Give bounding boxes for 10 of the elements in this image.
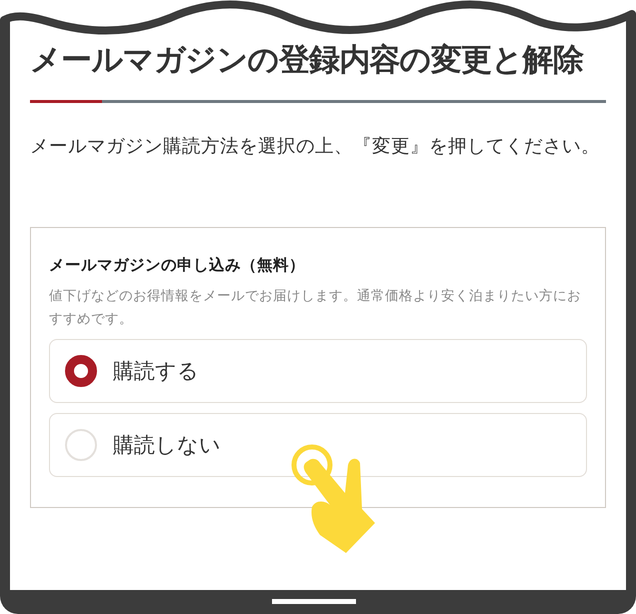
radio-option[interactable]: 購読しない [49, 413, 587, 478]
radio-icon [65, 429, 97, 462]
option-label: 購読しない [113, 432, 221, 458]
instruction-text: メールマガジン購読方法を選択の上、『変更』を押してください。 [30, 135, 601, 159]
card-description: 値下げなどのお得情報をメールでお届けします。通常価格より安く泊まりたい方におすすめです。 [49, 287, 582, 330]
option-label: 購読する [113, 358, 199, 384]
radio-option[interactable]: 購読する [49, 339, 587, 404]
radio-selected-icon [65, 355, 97, 388]
card-heading: メールマガジンの申し込み（無料） [49, 255, 306, 276]
page-title: メールマガジンの登録内容の変更と解除 [30, 41, 585, 80]
